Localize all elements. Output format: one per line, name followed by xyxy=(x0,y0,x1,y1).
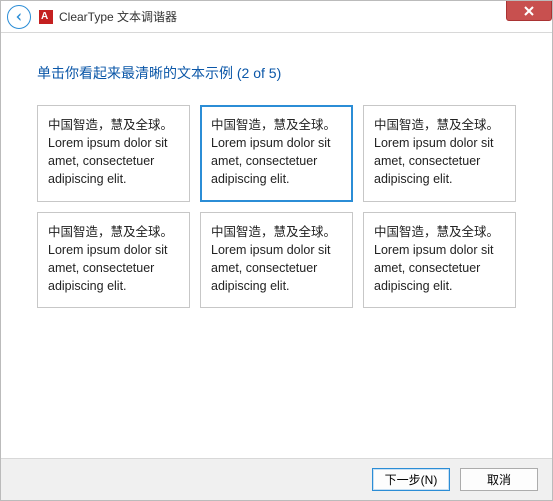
sample-en-text: Lorem ipsum dolor sit amet, consectetuer… xyxy=(374,134,505,188)
instruction-text: 单击你看起来最清晰的文本示例 (2 of 5) xyxy=(37,63,516,83)
footer-bar: 下一步(N) 取消 xyxy=(1,458,552,500)
content-area: 单击你看起来最清晰的文本示例 (2 of 5) 中国智造，慧及全球。Lorem … xyxy=(1,33,552,318)
sample-en-text: Lorem ipsum dolor sit amet, consectetuer… xyxy=(211,241,342,295)
sample-cn-text: 中国智造，慧及全球。 xyxy=(211,223,342,241)
titlebar: ClearType 文本调谐器 xyxy=(1,1,552,33)
text-sample-2[interactable]: 中国智造，慧及全球。Lorem ipsum dolor sit amet, co… xyxy=(363,105,516,202)
window-title: ClearType 文本调谐器 xyxy=(59,8,177,25)
sample-en-text: Lorem ipsum dolor sit amet, consectetuer… xyxy=(374,241,505,295)
text-sample-3[interactable]: 中国智造，慧及全球。Lorem ipsum dolor sit amet, co… xyxy=(37,212,190,309)
sample-cn-text: 中国智造，慧及全球。 xyxy=(48,223,179,241)
text-sample-1[interactable]: 中国智造，慧及全球。Lorem ipsum dolor sit amet, co… xyxy=(200,105,353,202)
next-button[interactable]: 下一步(N) xyxy=(372,468,450,491)
sample-cn-text: 中国智造，慧及全球。 xyxy=(48,116,179,134)
text-sample-5[interactable]: 中国智造，慧及全球。Lorem ipsum dolor sit amet, co… xyxy=(363,212,516,309)
back-button[interactable] xyxy=(7,5,31,29)
sample-cn-text: 中国智造，慧及全球。 xyxy=(211,116,342,134)
sample-cn-text: 中国智造，慧及全球。 xyxy=(374,223,505,241)
arrow-left-icon xyxy=(13,11,25,23)
sample-cn-text: 中国智造，慧及全球。 xyxy=(374,116,505,134)
text-sample-4[interactable]: 中国智造，慧及全球。Lorem ipsum dolor sit amet, co… xyxy=(200,212,353,309)
close-button[interactable] xyxy=(506,1,552,21)
sample-en-text: Lorem ipsum dolor sit amet, consectetuer… xyxy=(48,241,179,295)
text-sample-0[interactable]: 中国智造，慧及全球。Lorem ipsum dolor sit amet, co… xyxy=(37,105,190,202)
close-icon xyxy=(524,6,534,16)
cancel-button[interactable]: 取消 xyxy=(460,468,538,491)
app-icon xyxy=(39,10,53,24)
sample-en-text: Lorem ipsum dolor sit amet, consectetuer… xyxy=(211,134,342,188)
sample-grid: 中国智造，慧及全球。Lorem ipsum dolor sit amet, co… xyxy=(37,105,516,308)
sample-en-text: Lorem ipsum dolor sit amet, consectetuer… xyxy=(48,134,179,188)
